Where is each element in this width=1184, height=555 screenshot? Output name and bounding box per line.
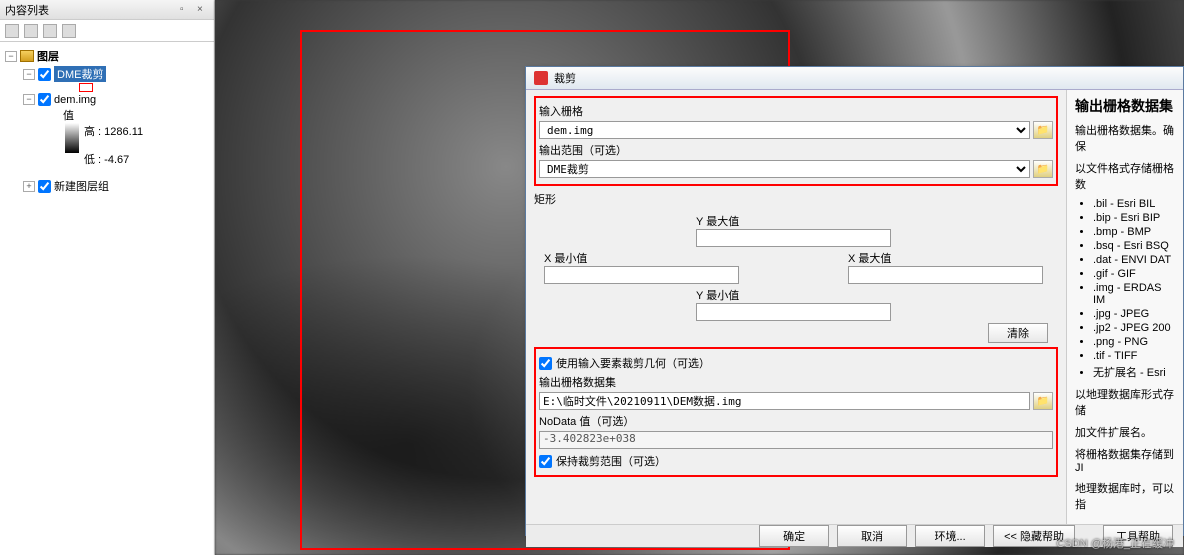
xmax-input[interactable] [848,266,1043,284]
ymax-input[interactable] [696,229,891,247]
nodata-value[interactable]: -3.402823e+038 [539,431,1053,449]
layer-tree: − 图层 − DME裁剪 − dem.img 值 高 : 1286. [0,42,214,200]
tool-icon [534,71,548,85]
tree-root[interactable]: − 图层 [5,47,209,65]
help-panel: 输出栅格数据集 输出栅格数据集。确保 以文件格式存储栅格数 .bil - Esr… [1066,90,1183,524]
toc-header: 内容列表 ▫ × [0,0,214,20]
ymin-input[interactable] [696,303,891,321]
browse-button[interactable]: 📁 [1033,121,1053,139]
layers-icon [20,50,34,62]
env-button[interactable]: 环境... [915,525,985,547]
help-text: 以文件格式存储栅格数 [1075,160,1175,192]
high-value: 高 : 1286.11 [84,123,143,139]
input-raster-label: 输入栅格 [539,103,1053,119]
expander-icon[interactable]: − [23,94,35,105]
tree-layer-dem[interactable]: − dem.img [23,92,209,107]
input-raster-select[interactable]: dem.img [539,121,1030,139]
tree-layer-group[interactable]: + 新建图层组 [23,177,209,195]
toc-title: 内容列表 [5,2,49,18]
rect-label: 矩形 [534,191,1058,207]
list-item: .bsq - Esri BSQ [1093,240,1175,252]
dialog-titlebar[interactable]: 裁剪 [526,67,1183,90]
list-item: .gif - GIF [1093,268,1175,280]
list-item: 无扩展名 - Esri [1093,364,1175,380]
help-text: 以地理数据库形式存储 [1075,386,1175,418]
xmax-label: X 最大值 [848,250,1048,266]
browse-button[interactable]: 📁 [1033,392,1053,410]
output-extent-label: 输出范围（可选） [539,142,1053,158]
list-item: .jp2 - JPEG 200 [1093,322,1175,334]
output-dataset-input[interactable] [539,392,1030,410]
toolbar-btn-1[interactable] [5,24,19,38]
list-item: .png - PNG [1093,336,1175,348]
dialog-main: 输入栅格 dem.img 📁 输出范围（可选） DME裁剪 📁 矩形 Y 最大值 [526,90,1066,524]
toc-header-buttons: ▫ × [178,3,209,16]
output-dataset-label: 输出栅格数据集 [539,374,1053,390]
output-extent-select[interactable]: DME裁剪 [539,160,1030,178]
list-item: .bil - Esri BIL [1093,198,1175,210]
toolbar-btn-2[interactable] [24,24,38,38]
ok-button[interactable]: 确定 [759,525,829,547]
use-features-label: 使用输入要素裁剪几何（可选） [556,355,710,371]
list-item: .dat - ENVI DAT [1093,254,1175,266]
keep-extent-label: 保持裁剪范围（可选） [556,453,666,469]
layer-checkbox[interactable] [38,68,51,81]
layer-label[interactable]: 新建图层组 [54,178,109,194]
input-group-highlight: 输入栅格 dem.img 📁 输出范围（可选） DME裁剪 📁 [534,96,1058,186]
expander-icon[interactable]: + [23,181,35,192]
gradient-swatch [65,123,79,153]
help-title: 输出栅格数据集 [1075,96,1175,116]
ymin-label: Y 最小值 [696,287,896,303]
swatch-red [79,83,93,92]
nodata-label: NoData 值（可选） [539,413,1053,429]
low-value: 低 : -4.67 [84,151,129,167]
help-text: 地理数据库时，可以指 [1075,480,1175,512]
output-group-highlight: 使用输入要素裁剪几何（可选） 输出栅格数据集 📁 NoData 值（可选） -3… [534,347,1058,477]
layer-label[interactable]: dem.img [54,94,96,106]
list-item: .tif - TIFF [1093,350,1175,362]
toolbar-btn-3[interactable] [43,24,57,38]
value-label: 值 [63,107,209,123]
help-text: 加文件扩展名。 [1075,424,1175,440]
dialog-title: 裁剪 [554,70,576,86]
tree-layer-dme[interactable]: − DME裁剪 [23,65,209,83]
toc-panel: 内容列表 ▫ × − 图层 − DME裁剪 − dem.img [0,0,215,555]
layer-checkbox[interactable] [38,93,51,106]
pin-icon[interactable]: ▫ [180,4,192,16]
list-item: .bmp - BMP [1093,226,1175,238]
clear-button[interactable]: 清除 [988,323,1048,343]
help-text: 输出栅格数据集。确保 [1075,122,1175,154]
list-item: .jpg - JPEG [1093,308,1175,320]
xmin-label: X 最小值 [544,250,744,266]
keep-extent-checkbox[interactable] [539,455,552,468]
clip-dialog: 裁剪 输入栅格 dem.img 📁 输出范围（可选） DME裁剪 📁 矩形 Y … [525,66,1184,536]
toc-toolbar [0,20,214,42]
root-label: 图层 [37,48,59,64]
expander-icon[interactable]: − [5,51,17,62]
browse-button[interactable]: 📁 [1033,160,1053,178]
layer-label-selected[interactable]: DME裁剪 [54,66,106,82]
list-item: .bip - Esri BIP [1093,212,1175,224]
ymax-label: Y 最大值 [696,213,896,229]
toolbar-btn-4[interactable] [62,24,76,38]
help-text: 将栅格数据集存储到 JI [1075,446,1175,474]
layer-checkbox[interactable] [38,180,51,193]
cancel-button[interactable]: 取消 [837,525,907,547]
watermark: CSDN @杨港_正在缓冲 [1056,535,1174,551]
use-features-checkbox[interactable] [539,357,552,370]
extent-grid: Y 最大值 X 最小值 X 最大值 Y 最小值 [534,209,1058,347]
xmin-input[interactable] [544,266,739,284]
list-item: .img - ERDAS IM [1093,282,1175,306]
format-list: .bil - Esri BIL .bip - Esri BIP .bmp - B… [1093,198,1175,380]
expander-icon[interactable]: − [23,69,35,80]
close-icon[interactable]: × [197,4,209,16]
